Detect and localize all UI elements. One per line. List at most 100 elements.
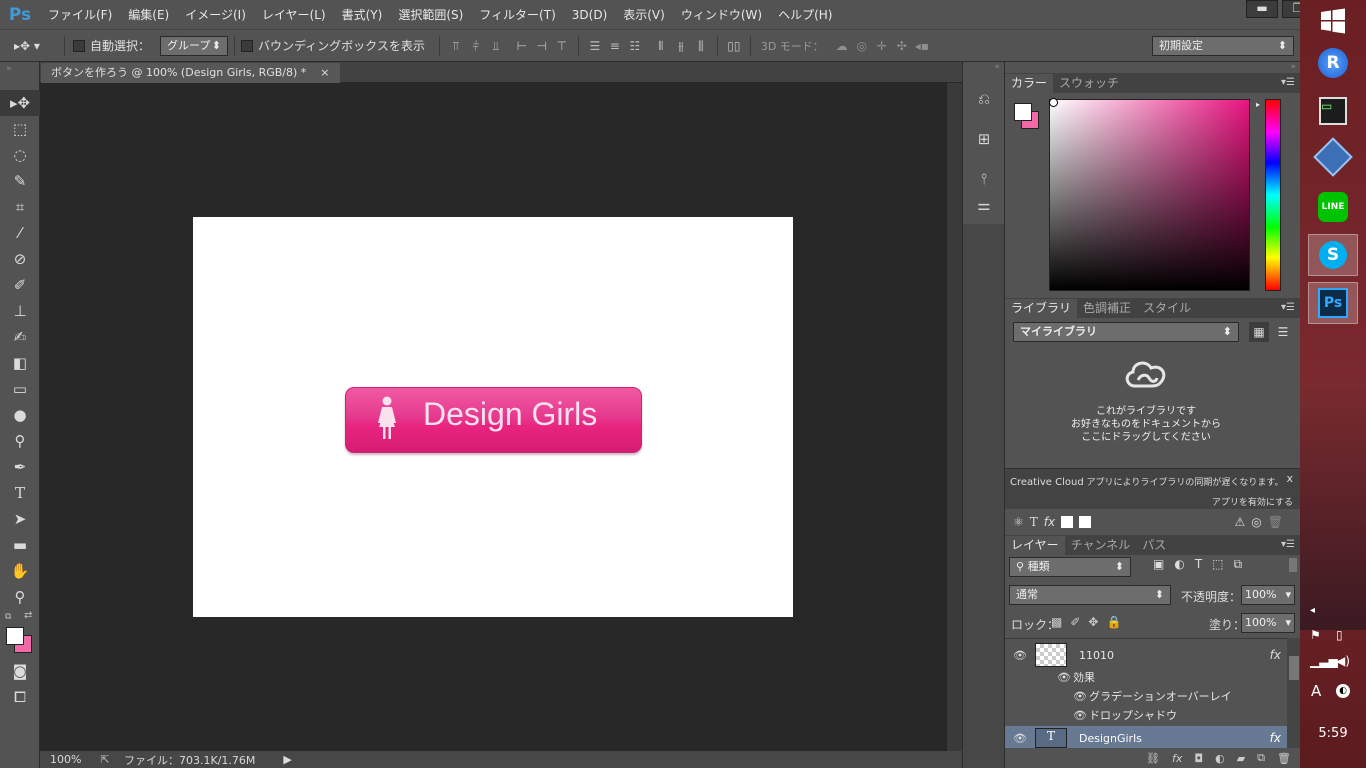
history-panel-icon[interactable]: ⎌ <box>963 86 1005 112</box>
eyedropper-tool-icon[interactable]: ⁄ <box>0 220 40 246</box>
brush-presets-icon[interactable]: ⫯ <box>963 166 1005 192</box>
windows-start-icon[interactable] <box>1308 0 1358 42</box>
filter-toggle[interactable] <box>1289 558 1297 572</box>
zoom-tool-icon[interactable]: ⚲ <box>0 584 40 610</box>
distribute-vcenter-icon[interactable]: ≡ <box>605 36 625 56</box>
align-left-icon[interactable]: ⊢ <box>512 36 532 56</box>
battery-icon[interactable]: ▯ <box>1336 628 1343 642</box>
layer-row-selected[interactable]: 👁 T DesignGirls fx <box>1005 726 1287 748</box>
hue-slider[interactable] <box>1265 99 1281 291</box>
visibility-eye-icon[interactable]: 👁 <box>1005 649 1035 662</box>
lock-position-icon[interactable]: ✥ <box>1088 615 1098 629</box>
pen-tool-icon[interactable]: ✒ <box>0 454 40 480</box>
layers-scrollbar[interactable] <box>1287 638 1301 748</box>
layer-name[interactable]: DesignGirls <box>1079 732 1142 745</box>
export-icon[interactable]: ⇱ <box>86 753 124 766</box>
filter-pixel-icon[interactable]: ▣ <box>1153 557 1164 572</box>
brush-tool-icon[interactable]: ✐ <box>0 272 40 298</box>
new-adjustment-icon[interactable]: ◐ <box>1215 752 1225 765</box>
layers-scroll-thumb[interactable] <box>1289 656 1299 680</box>
add-graphic-icon[interactable]: ⚛ <box>1013 515 1024 529</box>
distribute-left-icon[interactable]: ⫴ <box>651 36 671 56</box>
list-view-icon[interactable]: ☰ <box>1273 322 1293 342</box>
distribute-bottom-icon[interactable]: ☷ <box>625 36 645 56</box>
lock-all-icon[interactable]: 🔒 <box>1106 615 1121 629</box>
3d-scale-icon[interactable]: ◂▪ <box>912 36 932 56</box>
dodge-tool-icon[interactable]: ⚲ <box>0 428 40 454</box>
zoom-level[interactable]: 100% <box>40 753 86 766</box>
add-style-icon[interactable]: fx <box>1172 752 1182 765</box>
3d-orbit-icon[interactable]: ☁ <box>832 36 852 56</box>
menu-view[interactable]: 表示(V) <box>615 6 673 23</box>
color-field[interactable] <box>1049 99 1250 291</box>
effect-row-shadow[interactable]: 👁 ドロップシャドウ <box>1005 705 1287 725</box>
workspace-dropdown[interactable]: 初期設定 ⬍ <box>1152 36 1294 56</box>
lasso-tool-icon[interactable]: ◌ <box>0 142 40 168</box>
distribute-top-icon[interactable]: ☰ <box>585 36 605 56</box>
color-picker-handle[interactable] <box>1049 98 1058 107</box>
tab-color[interactable]: カラー <box>1005 74 1054 93</box>
sync-icon[interactable]: ◎ <box>1251 515 1261 529</box>
add-fg-color-icon[interactable] <box>1061 516 1074 528</box>
eraser-tool-icon[interactable]: ◧ <box>0 350 40 376</box>
line-app-icon[interactable]: LINE <box>1308 186 1358 228</box>
screen-mode-icon[interactable]: ⧠ <box>0 684 40 710</box>
add-style-icon[interactable]: fx <box>1044 515 1055 529</box>
tab-paths[interactable]: パス <box>1136 536 1172 555</box>
action-center-flag-icon[interactable]: ⚑ <box>1310 628 1321 642</box>
layer-name[interactable]: 11010 <box>1079 649 1114 662</box>
canvas-scrollbar[interactable] <box>947 83 962 751</box>
tray-expand-icon[interactable]: ◂ <box>1310 605 1315 616</box>
distribute-right-icon[interactable]: ⫼ <box>691 36 711 56</box>
lock-pixels-icon[interactable]: ✐ <box>1070 615 1080 629</box>
network-icon[interactable]: ▁▃▅ <box>1310 654 1338 668</box>
hue-slider-arrow-icon[interactable]: ▸ <box>1256 100 1260 109</box>
gradient-tool-icon[interactable]: ▭ <box>0 376 40 402</box>
effects-eye-icon[interactable]: 👁 <box>1055 671 1073 684</box>
panel-menu-icon[interactable]: ▾☰ <box>1281 77 1295 88</box>
filter-shape-icon[interactable]: ⬚ <box>1212 557 1223 572</box>
filter-smart-icon[interactable]: ⧉ <box>1234 557 1243 572</box>
history-brush-icon[interactable]: ✍ <box>0 324 40 350</box>
add-bg-color-icon[interactable] <box>1079 516 1092 528</box>
lock-transparent-icon[interactable]: ▩ <box>1051 615 1062 629</box>
ime-mode-icon[interactable]: ◐ <box>1336 684 1350 698</box>
effects-row[interactable]: 👁 効果 <box>1005 667 1287 687</box>
default-colors-icon[interactable]: ⧉ <box>5 612 11 622</box>
tab-libraries[interactable]: ライブラリ <box>1005 299 1078 318</box>
enable-app-link[interactable]: アプリを有効にする <box>1212 495 1293 508</box>
filter-type-icon[interactable]: T <box>1195 557 1202 572</box>
crop-tool-icon[interactable]: ⌗ <box>0 194 40 220</box>
menu-filter[interactable]: フィルター(T) <box>471 6 563 23</box>
virtualbox-icon[interactable] <box>1308 136 1358 178</box>
blend-mode-dropdown[interactable]: 通常 ⬍ <box>1009 585 1171 605</box>
skype-icon[interactable]: S <box>1308 234 1358 276</box>
filter-adjustment-icon[interactable]: ◐ <box>1174 557 1184 572</box>
notice-close-icon[interactable]: x <box>1286 472 1293 485</box>
align-right-icon[interactable]: ⊤ <box>552 36 572 56</box>
menu-help[interactable]: ヘルプ(H) <box>770 6 840 23</box>
align-top-icon[interactable]: ⫪ <box>446 36 466 56</box>
healing-brush-icon[interactable]: ⊘ <box>0 246 40 272</box>
grid-view-icon[interactable]: ▦ <box>1249 322 1269 342</box>
menu-image[interactable]: イメージ(I) <box>177 6 254 23</box>
trash-icon[interactable]: 🗑 <box>1268 515 1283 529</box>
menu-window[interactable]: ウィンドウ(W) <box>673 6 770 23</box>
photoshop-taskbar-icon[interactable]: Ps <box>1308 282 1358 324</box>
ime-indicator[interactable]: A <box>1311 682 1321 700</box>
3d-slide-icon[interactable]: ✣ <box>892 36 912 56</box>
status-menu-arrow-icon[interactable]: ▶ <box>283 753 291 766</box>
quick-mask-icon[interactable]: ◙ <box>0 658 40 684</box>
type-tool-icon[interactable]: T <box>0 480 40 506</box>
rectangle-tool-icon[interactable]: ▬ <box>0 532 40 558</box>
tab-styles[interactable]: スタイル <box>1137 299 1197 318</box>
layer-filter-dropdown[interactable]: ⚲ 種類 ⬍ <box>1009 557 1131 577</box>
clock[interactable]: 5:59 <box>1300 726 1366 741</box>
stamp-tool-icon[interactable]: ⊥ <box>0 298 40 324</box>
effect-eye-icon[interactable]: 👁 <box>1071 690 1089 703</box>
delete-layer-icon[interactable]: 🗑 <box>1277 752 1291 765</box>
swap-colors-icon[interactable]: ⇄ <box>24 610 32 621</box>
auto-select-dropdown[interactable]: グループ ⬍ <box>160 35 229 56</box>
layer-fx-icon[interactable]: fx <box>1270 731 1281 745</box>
toolbar-collapse-icon[interactable]: » <box>0 62 39 90</box>
